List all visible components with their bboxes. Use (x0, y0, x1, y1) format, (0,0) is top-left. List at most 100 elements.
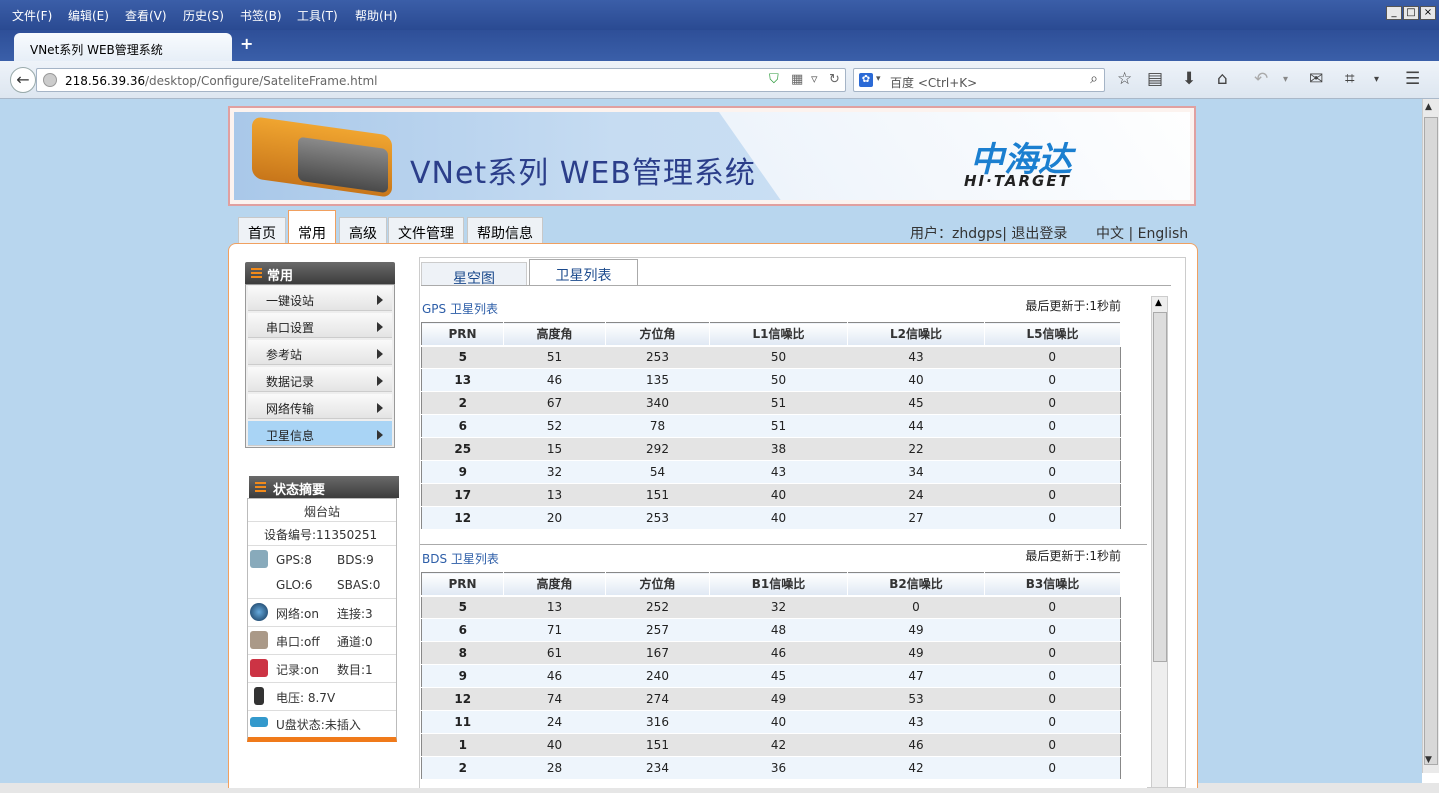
table-row: 11 24 316 40 43 0 (421, 710, 1121, 734)
inner-scrollbar[interactable]: ▲ (1151, 296, 1168, 788)
tab-skyplot[interactable]: 星空图 (421, 262, 527, 287)
lang-en-link[interactable]: English (1138, 226, 1189, 242)
list-icon (255, 482, 266, 492)
company-logo-en: HI·TARGET (964, 172, 1071, 190)
qr-icon[interactable]: ▦ (791, 72, 803, 87)
table-cell: 61 (503, 641, 606, 665)
column-header: L2信噪比 (847, 322, 985, 347)
prn-cell: 9 (421, 664, 504, 688)
maximize-button[interactable]: □ (1403, 6, 1419, 20)
status-voltage-row: 电压: 8.7V (248, 683, 396, 711)
scrollbar-thumb[interactable] (1424, 117, 1438, 765)
table-cell: 32 (709, 595, 848, 619)
table-row: 13 46 135 50 40 0 (421, 368, 1121, 392)
table-cell: 253 (605, 345, 710, 369)
table-row: 2 67 340 51 45 0 (421, 391, 1121, 415)
sidebar-item-serial[interactable]: 串口设置 (248, 313, 392, 338)
menu-history[interactable]: 历史(S) (183, 7, 224, 24)
serial-port-icon (250, 631, 268, 649)
prn-cell: 17 (421, 483, 504, 507)
back-button[interactable]: ← (10, 67, 36, 93)
undo-icon[interactable]: ↶ (1254, 69, 1268, 89)
column-header: B1信噪比 (709, 572, 848, 597)
nav-tab-common[interactable]: 常用 (288, 210, 336, 244)
table-cell: 38 (709, 437, 848, 461)
undo-dropdown-icon[interactable]: ▾ (1283, 74, 1288, 85)
download-icon[interactable]: ⬇ (1182, 69, 1196, 89)
prn-cell: 13 (421, 368, 504, 392)
crop-icon[interactable]: ⌗ (1345, 69, 1355, 89)
home-icon[interactable]: ⌂ (1217, 69, 1228, 89)
status-serial-row: 串口:off 通道:0 (248, 627, 396, 655)
table-cell: 0 (984, 618, 1121, 642)
user-info: 用户：zhdgps| 退出登录 (910, 226, 1068, 242)
table-cell: 74 (503, 687, 606, 711)
table-cell: 240 (605, 664, 710, 688)
prn-cell: 5 (421, 345, 504, 369)
gps-satellite-table: PRN 高度角 方位角 L1信噪比 L2信噪比 L5信噪比 5 51 253 50 43… (421, 322, 1121, 530)
menu-file[interactable]: 文件(F) (12, 7, 52, 24)
browser-tab[interactable]: VNet系列 WEB管理系统 (14, 33, 232, 62)
table-cell: 71 (503, 618, 606, 642)
chat-icon[interactable]: ✉ (1309, 69, 1323, 89)
nav-tab-advanced[interactable]: 高级 (339, 217, 387, 243)
table-cell: 0 (984, 733, 1121, 757)
table-cell: 0 (984, 460, 1121, 484)
menu-bookmarks[interactable]: 书签(B) (240, 7, 282, 24)
chevron-right-icon (377, 322, 383, 332)
search-input[interactable]: 百度 <Ctrl+K> (890, 74, 977, 91)
sidebar-item-satellite[interactable]: 卫星信息 (248, 421, 392, 446)
search-icon[interactable]: ⌕ (1090, 71, 1098, 87)
table-cell: 253 (605, 506, 710, 530)
engine-dropdown-icon[interactable]: ▾ (876, 74, 881, 84)
sidebar-item-network[interactable]: 网络传输 (248, 394, 392, 419)
table-cell: 50 (709, 345, 848, 369)
nav-tab-home[interactable]: 首页 (238, 217, 286, 243)
sidebar-header: 常用 (245, 262, 395, 284)
nav-tab-files[interactable]: 文件管理 (388, 217, 464, 243)
table-cell: 46 (847, 733, 985, 757)
reading-list-icon[interactable]: ▤ (1147, 69, 1163, 89)
logout-link[interactable]: | 退出登录 (1002, 226, 1067, 242)
inner-scrollbar-thumb[interactable] (1153, 312, 1167, 662)
menu-help[interactable]: 帮助(H) (355, 7, 397, 24)
scroll-up-icon[interactable]: ▲ (1155, 298, 1162, 308)
bookmark-star-icon[interactable]: ☆ (1117, 69, 1132, 89)
column-header: 高度角 (503, 322, 606, 347)
tab-satellite-list[interactable]: 卫星列表 (529, 259, 638, 286)
reload-icon[interactable]: ↻ (829, 72, 840, 87)
device-number: 设备编号:11350251 (248, 522, 396, 546)
shield-icon[interactable]: ⛉ (769, 72, 779, 87)
crop-dropdown-icon[interactable]: ▾ (1374, 74, 1379, 85)
table-header-row: PRN 高度角 方位角 B1信噪比 B2信噪比 B3信噪比 (421, 572, 1121, 597)
scroll-up-icon[interactable]: ▲ (1425, 102, 1432, 112)
url-bar[interactable]: 218.56.39.36 /desktop/Configure/Satelite… (36, 68, 846, 92)
menu-view[interactable]: 查看(V) (125, 7, 167, 24)
table-cell: 0 (984, 506, 1121, 530)
table-cell: 50 (709, 368, 848, 392)
new-tab-button[interactable]: + (240, 34, 253, 53)
sidebar-item-reference[interactable]: 参考站 (248, 340, 392, 365)
scroll-down-icon[interactable]: ▼ (1425, 755, 1432, 765)
status-usb-row: U盘状态:未插入 (248, 711, 396, 738)
page-scrollbar[interactable]: ▲ ▼ (1422, 99, 1439, 773)
table-cell: 0 (984, 595, 1121, 619)
search-bar[interactable]: ✿ ▾ 百度 <Ctrl+K> ⌕ (853, 68, 1105, 92)
baidu-icon[interactable]: ✿ (859, 73, 873, 87)
table-row: 6 52 78 51 44 0 (421, 414, 1121, 438)
sidebar-item-datalog[interactable]: 数据记录 (248, 367, 392, 392)
prn-cell: 2 (421, 391, 504, 415)
dropdown-icon[interactable]: ▿ (811, 72, 818, 87)
lang-cn-link[interactable]: 中文 (1096, 226, 1124, 242)
status-network-row: 网络:on 连接:3 (248, 599, 396, 627)
table-cell: 49 (709, 687, 848, 711)
minimize-button[interactable]: _ (1386, 6, 1402, 20)
menu-tools[interactable]: 工具(T) (297, 7, 338, 24)
nav-tab-help[interactable]: 帮助信息 (467, 217, 543, 243)
sidebar-item-quick-setup[interactable]: 一键设站 (248, 286, 392, 311)
close-button[interactable]: × (1420, 6, 1436, 20)
hamburger-menu-icon[interactable]: ☰ (1405, 69, 1420, 89)
menu-edit[interactable]: 编辑(E) (68, 7, 109, 24)
table-cell: 48 (709, 618, 848, 642)
prn-cell: 9 (421, 460, 504, 484)
